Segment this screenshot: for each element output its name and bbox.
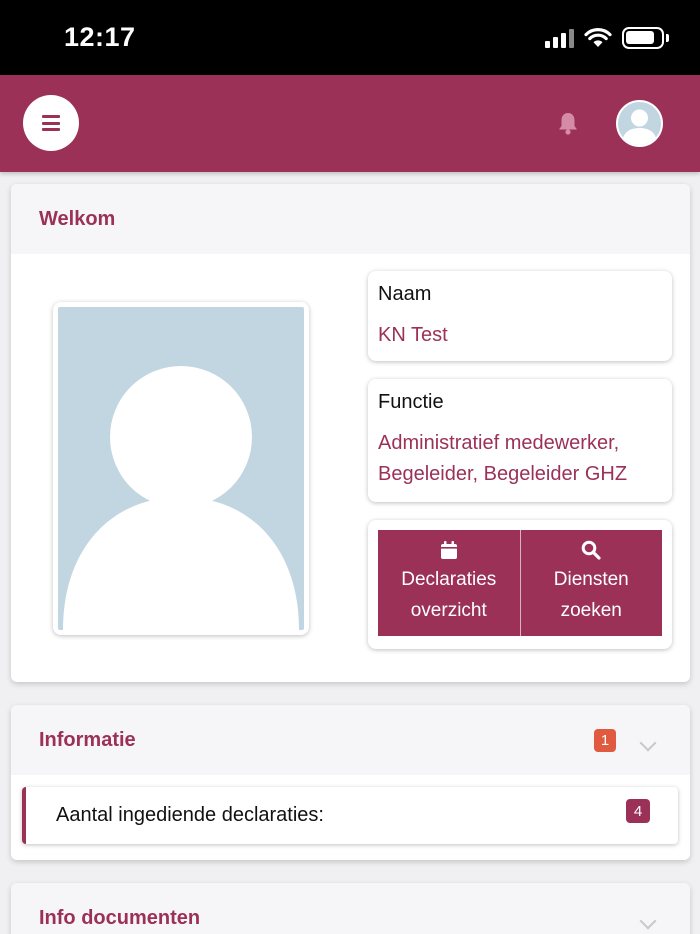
wifi-icon: [584, 28, 612, 47]
bell-icon[interactable]: [555, 110, 581, 136]
search-icon: [581, 540, 601, 560]
quick-actions: Declaraties overzicht Diensten zoeken: [368, 520, 672, 649]
diensten-line2: zoeken: [560, 600, 622, 621]
status-icons: [545, 26, 669, 50]
diensten-line1: Diensten: [553, 569, 629, 590]
profile-photo: [53, 302, 309, 635]
person-placeholder-icon: [63, 366, 299, 630]
signal-icon: [545, 28, 574, 48]
name-label: Naam: [378, 283, 432, 305]
diensten-zoeken-button[interactable]: Diensten zoeken: [519, 530, 662, 636]
docs-card: Info documenten: [11, 883, 690, 934]
status-bar: 12:17: [0, 0, 700, 75]
list-item[interactable]: Aantal ingediende declaraties: 4: [22, 787, 678, 844]
hamburger-icon: [42, 115, 60, 131]
name-value: KN Test: [378, 324, 448, 346]
app-header: [0, 75, 700, 172]
user-avatar[interactable]: [616, 100, 663, 147]
welcome-card: Welkom Naam KN Test Functie Administrati…: [11, 184, 690, 682]
user-avatar-icon: [622, 109, 657, 145]
chevron-down-icon[interactable]: [639, 912, 657, 930]
name-box: Naam KN Test: [368, 271, 672, 361]
function-box: Functie Administratief medewerker, Begel…: [368, 379, 672, 502]
chevron-down-icon[interactable]: [639, 734, 657, 752]
welcome-title: Welkom: [11, 184, 690, 254]
count-badge: 4: [626, 799, 650, 823]
info-card: Informatie 1 Aantal ingediende declarati…: [11, 705, 690, 860]
declaraties-overzicht-button[interactable]: Declaraties overzicht: [378, 530, 520, 636]
declaraties-line1: Declaraties: [401, 569, 497, 590]
info-header[interactable]: Informatie 1: [11, 705, 690, 775]
menu-button[interactable]: [23, 95, 79, 151]
docs-header[interactable]: Info documenten: [11, 883, 690, 934]
function-value: Administratief medewerker, Begeleider, B…: [378, 432, 628, 485]
calendar-icon: [440, 541, 457, 559]
docs-title: Info documenten: [39, 906, 201, 929]
battery-icon: [622, 27, 669, 49]
info-badge: 1: [594, 729, 616, 752]
declaraties-line2: overzicht: [410, 600, 487, 621]
status-time: 12:17: [64, 22, 136, 52]
info-title: Informatie: [39, 728, 136, 751]
function-label: Functie: [378, 391, 444, 413]
list-item-label: Aantal ingediende declaraties:: [56, 804, 324, 826]
